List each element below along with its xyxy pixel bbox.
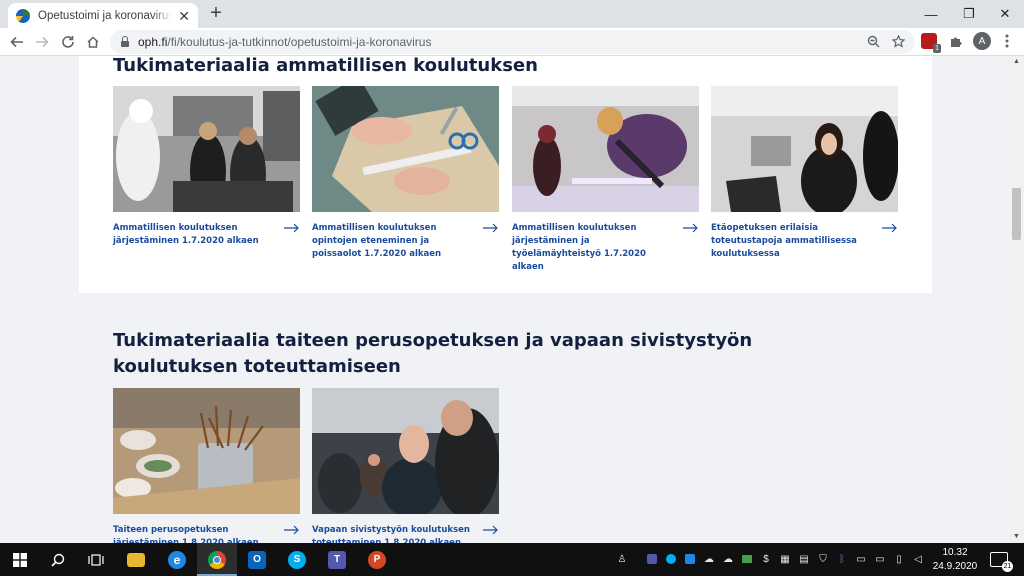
clock-time: 10.32 [942, 547, 968, 558]
page-viewport: Tukimateriaalia ammatillisen koulutuksen… [0, 56, 1009, 543]
star-icon[interactable] [889, 32, 907, 50]
scroll-thumb[interactable] [1012, 188, 1021, 240]
card-link[interactable]: Ammatillisen koulutuksen järjestäminen 1… [113, 222, 284, 248]
card-liberal-education[interactable]: Vapaan sivistystyön koulutuksen toteutta… [312, 388, 499, 543]
bluetooth-icon[interactable]: ᛒ [835, 552, 849, 566]
battery-icon[interactable]: ▯ [892, 552, 906, 566]
clock-date: 24.9.2020 [932, 561, 978, 572]
people-icon[interactable]: ♙ [615, 552, 629, 566]
card-link[interactable]: Vapaan sivistystyön koulutuksen toteutta… [312, 524, 483, 543]
teams-icon[interactable]: T [317, 543, 357, 576]
card-link-row[interactable]: Vapaan sivistystyön koulutuksen toteutta… [312, 524, 499, 543]
reload-icon[interactable] [57, 32, 79, 52]
textile-workshop-photo [512, 86, 699, 212]
card-link[interactable]: Ammatillisen koulutuksen järjestäminen j… [512, 222, 683, 274]
tab-close-icon[interactable]: ✕ [178, 9, 190, 23]
search-icon[interactable] [38, 543, 78, 576]
tray-display-icon[interactable]: ▭ [873, 552, 887, 566]
start-icon[interactable] [0, 543, 40, 576]
extension-icon[interactable]: 1 [921, 33, 941, 53]
task-view-icon[interactable] [76, 543, 116, 576]
tray-shield-icon[interactable]: ⛉ [816, 552, 830, 566]
taskbar-clock[interactable]: 10.32 24.9.2020 [928, 546, 982, 574]
card-vocational-arrangement[interactable]: Ammatillisen koulutuksen järjestäminen 1… [113, 86, 300, 248]
new-tab-button[interactable]: + [206, 3, 226, 24]
card-link-row[interactable]: Ammatillisen koulutuksen järjestäminen j… [512, 222, 699, 274]
tab-title: Opetustoimi ja koronavirus | Opetushalli… [38, 9, 173, 22]
arrow-right-icon [683, 223, 698, 233]
right-gutter [932, 56, 1009, 543]
puzzle-icon[interactable] [946, 32, 964, 50]
home-icon[interactable] [82, 32, 104, 52]
chrome-icon[interactable] [197, 543, 237, 576]
extension-badge-count: 1 [933, 44, 941, 53]
close-window-button[interactable]: ✕ [986, 0, 1024, 28]
file-explorer-icon[interactable] [116, 543, 156, 576]
maximize-button[interactable]: ❐ [950, 0, 988, 28]
laptop-student-photo [711, 86, 898, 212]
skype-icon[interactable]: S [277, 543, 317, 576]
notification-icon[interactable]: 21 [990, 552, 1013, 572]
url-host: oph.fi [138, 35, 168, 49]
left-gutter [0, 56, 79, 543]
card-link[interactable]: Ammatillisen koulutuksen opintojen etene… [312, 222, 483, 261]
windows-taskbar: e O S T P ♙ ☁ ☁ $ ▦ ▤ ⛉ ᛒ ▭ ▭ ▯ ◁ 10.32 … [0, 543, 1024, 576]
oph-favicon-icon [16, 8, 30, 23]
section-title-arts: Tukimateriaalia taiteen perusopetuksen j… [113, 330, 753, 377]
card-distance-learning[interactable]: Etäopetuksen erilaisia toteutustapoja am… [711, 86, 898, 261]
tray-security-icon[interactable] [740, 552, 754, 566]
section-title-vocational: Tukimateriaalia ammatillisen koulutuksen [113, 56, 538, 76]
card-link[interactable]: Etäopetuksen erilaisia toteutustapoja am… [711, 222, 882, 261]
tray-app-icon[interactable] [683, 552, 697, 566]
tab-strip: Opetustoimi ja koronavirus | Opetushalli… [0, 0, 1024, 28]
volume-icon[interactable]: ◁ [911, 552, 925, 566]
arrow-right-icon [284, 525, 299, 535]
arrow-right-icon [284, 223, 299, 233]
address-bar[interactable]: oph.fi/fi/koulutus-ja-tutkinnot/opetusto… [110, 30, 915, 54]
outlook-icon[interactable]: O [237, 543, 277, 576]
card-vocational-worklife[interactable]: Ammatillisen koulutuksen järjestäminen j… [512, 86, 699, 274]
card-link-row[interactable]: Ammatillisen koulutuksen järjestäminen 1… [113, 222, 300, 248]
card-basic-arts[interactable]: Taiteen perusopetuksen järjestäminen 1.8… [113, 388, 300, 543]
arrow-right-icon [483, 525, 498, 535]
browser-toolbar: oph.fi/fi/koulutus-ja-tutkinnot/opetusto… [0, 28, 1024, 56]
browser-tab[interactable]: Opetustoimi ja koronavirus | Opetushalli… [8, 3, 198, 28]
scroll-down-icon[interactable]: ▼ [1012, 533, 1021, 541]
forward-icon[interactable] [31, 32, 53, 52]
back-icon[interactable] [6, 32, 28, 52]
card-link-row[interactable]: Ammatillisen koulutuksen opintojen etene… [312, 222, 499, 261]
tray-skype-icon[interactable] [664, 552, 678, 566]
card-link-row[interactable]: Taiteen perusopetuksen järjestäminen 1.8… [113, 524, 300, 543]
classroom-discussion-photo [312, 388, 499, 514]
url-path: /fi/koulutus-ja-tutkinnot/opetustoimi-ja… [167, 35, 432, 49]
page-scrollbar[interactable]: ▲ ▼ [1009, 56, 1024, 543]
minimize-button[interactable]: — [912, 0, 950, 28]
tray-teams-icon[interactable] [645, 552, 659, 566]
tray-keyboard-icon[interactable]: ▦ [778, 552, 792, 566]
card-link[interactable]: Taiteen perusopetuksen järjestäminen 1.8… [113, 524, 284, 543]
bakery-kitchen-photo [113, 86, 300, 212]
tray-grid-icon[interactable]: ▤ [797, 552, 811, 566]
edge-icon[interactable]: e [157, 543, 197, 576]
menu-icon[interactable] [998, 32, 1016, 50]
arrow-right-icon [483, 223, 498, 233]
tray-app2-icon[interactable]: $ [759, 552, 773, 566]
card-vocational-progress[interactable]: Ammatillisen koulutuksen opintojen etene… [312, 86, 499, 261]
tray-cloud-icon[interactable]: ☁ [721, 552, 735, 566]
paint-brushes-photo [113, 388, 300, 514]
hands-measuring-photo [312, 86, 499, 212]
notification-count: 21 [1002, 561, 1013, 572]
lock-icon[interactable] [120, 36, 130, 48]
powerpoint-icon[interactable]: P [357, 543, 397, 576]
card-link-row[interactable]: Etäopetuksen erilaisia toteutustapoja am… [711, 222, 898, 261]
tray-usb-icon[interactable]: ▭ [854, 552, 868, 566]
zoom-icon[interactable] [864, 32, 882, 50]
profile-avatar[interactable]: A [973, 32, 991, 50]
url-text[interactable]: oph.fi/fi/koulutus-ja-tutkinnot/opetusto… [138, 35, 431, 49]
tray-onedrive-icon[interactable]: ☁ [702, 552, 716, 566]
scroll-up-icon[interactable]: ▲ [1012, 58, 1021, 66]
arrow-right-icon [882, 223, 897, 233]
